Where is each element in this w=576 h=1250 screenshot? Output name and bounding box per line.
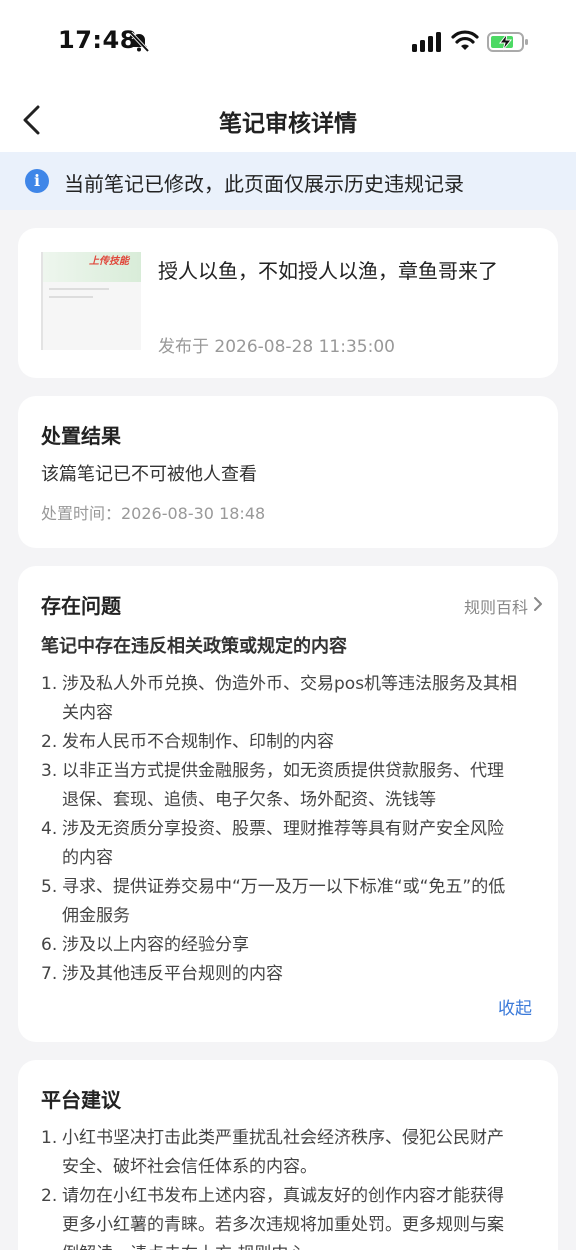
list-item-text: 佣金服务	[62, 906, 130, 926]
nav-bar: 笔记审核详情	[0, 88, 576, 152]
list-item-number: 1.	[41, 674, 58, 694]
collapse-button[interactable]: 收起	[498, 994, 532, 1019]
list-item-text: 涉及无资质分享投资、股票、理财推荐等具有财产安全风险	[62, 819, 504, 839]
note-card[interactable]: 上传技能 授人以鱼，不如授人以渔，章鱼哥来了 发布于 2026-08-28 11…	[18, 228, 558, 378]
page-title: 笔记审核详情	[219, 111, 357, 137]
list-item-number: 4.	[41, 819, 58, 839]
list-item: 1. 小红书坚决打击此类严重扰乱社会经济秩序、侵犯公民财产 安全、破坏社会信任体系的…	[41, 1124, 541, 1182]
chevron-right-icon[interactable]	[532, 596, 544, 612]
rules-encyclopedia-link[interactable]: 规则百科	[464, 594, 528, 618]
list-item-text: 例解读，请点击右上方 规则中心	[62, 1240, 541, 1250]
issues-list: 1. 涉及私人外币兑换、伪造外币、交易pos机等违法服务及其相 关内容 2. 发布人民币…	[41, 670, 541, 989]
info-icon: i	[25, 169, 49, 193]
list-item-text: 以非正当方式提供金融服务，如无资质提供贷款服务、代理	[62, 761, 504, 781]
list-item-number: 3.	[41, 761, 58, 781]
notice-banner: i 当前笔记已修改，此页面仅展示历史违规记录	[0, 152, 576, 210]
issues-card: 存在问题 规则百科 笔记中存在违反相关政策或规定的内容 1. 涉及私人外币兑换、伪…	[18, 566, 558, 1042]
list-item-number: 6.	[41, 935, 58, 955]
result-time: 处置时间：2026-08-30 18:48	[41, 504, 266, 523]
list-item-number: 2.	[41, 1186, 58, 1206]
advice-title: 平台建议	[41, 1088, 121, 1112]
list-item-text: 涉及以上内容的经验分享	[62, 935, 249, 955]
list-item: 2. 请勿在小红书发布上述内容，真诚友好的创作内容才能获得 更多小红薯的青睐。若多次…	[41, 1182, 541, 1250]
status-time: 17:48	[58, 26, 137, 54]
thumbnail-label: 上传技能	[89, 256, 129, 267]
bell-slash-icon	[129, 31, 150, 53]
list-item: 3. 以非正当方式提供金融服务，如无资质提供贷款服务、代理 退保、套现、追债、电子欠…	[41, 757, 541, 815]
list-item-number: 2.	[41, 732, 58, 752]
issues-subtitle: 笔记中存在违反相关政策或规定的内容	[41, 636, 347, 657]
advice-card: 平台建议 1. 小红书坚决打击此类严重扰乱社会经济秩序、侵犯公民财产 安全、破坏社会…	[18, 1060, 558, 1250]
signal-icon	[412, 32, 441, 52]
list-item-text: 更多小红薯的青睐。若多次违规将加重处罚。更多规则与案	[62, 1215, 504, 1235]
list-item: 4. 涉及无资质分享投资、股票、理财推荐等具有财产安全风险 的内容	[41, 815, 541, 873]
list-item-number: 5.	[41, 877, 58, 897]
notice-text: 当前笔记已修改，此页面仅展示历史违规记录	[64, 172, 464, 196]
thumbnail-line	[49, 296, 93, 298]
list-item-text: 的内容	[62, 848, 113, 868]
note-thumbnail: 上传技能	[41, 252, 141, 350]
battery-charging-icon	[487, 32, 528, 52]
list-item-number: 1.	[41, 1128, 58, 1148]
status-bar: 17:48	[0, 0, 576, 88]
list-item: 7. 涉及其他违反平台规则的内容	[41, 960, 541, 989]
list-item-text: 关内容	[62, 703, 113, 723]
list-item-text: 涉及其他违反平台规则的内容	[62, 964, 283, 984]
list-item: 6. 涉及以上内容的经验分享	[41, 931, 541, 960]
list-item-text: 涉及私人外币兑换、伪造外币、交易pos机等违法服务及其相	[62, 674, 518, 694]
thumbnail-line	[49, 288, 109, 290]
list-item-text: 退保、套现、追债、电子欠条、场外配资、洗钱等	[62, 790, 436, 810]
list-item-text: 请勿在小红书发布上述内容，真诚友好的创作内容才能获得	[62, 1186, 504, 1206]
advice-list: 1. 小红书坚决打击此类严重扰乱社会经济秩序、侵犯公民财产 安全、破坏社会信任体系的…	[41, 1124, 541, 1250]
list-item-text: 发布人民币不合规制作、印制的内容	[62, 732, 334, 752]
list-item: 1. 涉及私人外币兑换、伪造外币、交易pos机等违法服务及其相 关内容	[41, 670, 541, 728]
wifi-icon	[451, 30, 479, 50]
list-item-text: 小红书坚决打击此类严重扰乱社会经济秩序、侵犯公民财产	[62, 1128, 504, 1148]
result-title: 处置结果	[41, 424, 121, 448]
issues-title: 存在问题	[41, 594, 121, 618]
list-item-text: 安全、破坏社会信任体系的内容。	[62, 1157, 317, 1177]
note-title: 授人以鱼，不如授人以渔，章鱼哥来了	[158, 259, 498, 283]
list-item: 2. 发布人民币不合规制作、印制的内容	[41, 728, 541, 757]
list-item-text: 寻求、提供证券交易中“万一及万一以下标准“或“免五”的低	[62, 877, 506, 897]
result-card: 处置结果 该篇笔记已不可被他人查看 处置时间：2026-08-30 18:48	[18, 396, 558, 548]
note-publish-date: 发布于 2026-08-28 11:35:00	[158, 337, 395, 357]
list-item-number: 7.	[41, 964, 58, 984]
result-text: 该篇笔记已不可被他人查看	[41, 464, 257, 485]
list-item: 5. 寻求、提供证券交易中“万一及万一以下标准“或“免五”的低 佣金服务	[41, 873, 541, 931]
